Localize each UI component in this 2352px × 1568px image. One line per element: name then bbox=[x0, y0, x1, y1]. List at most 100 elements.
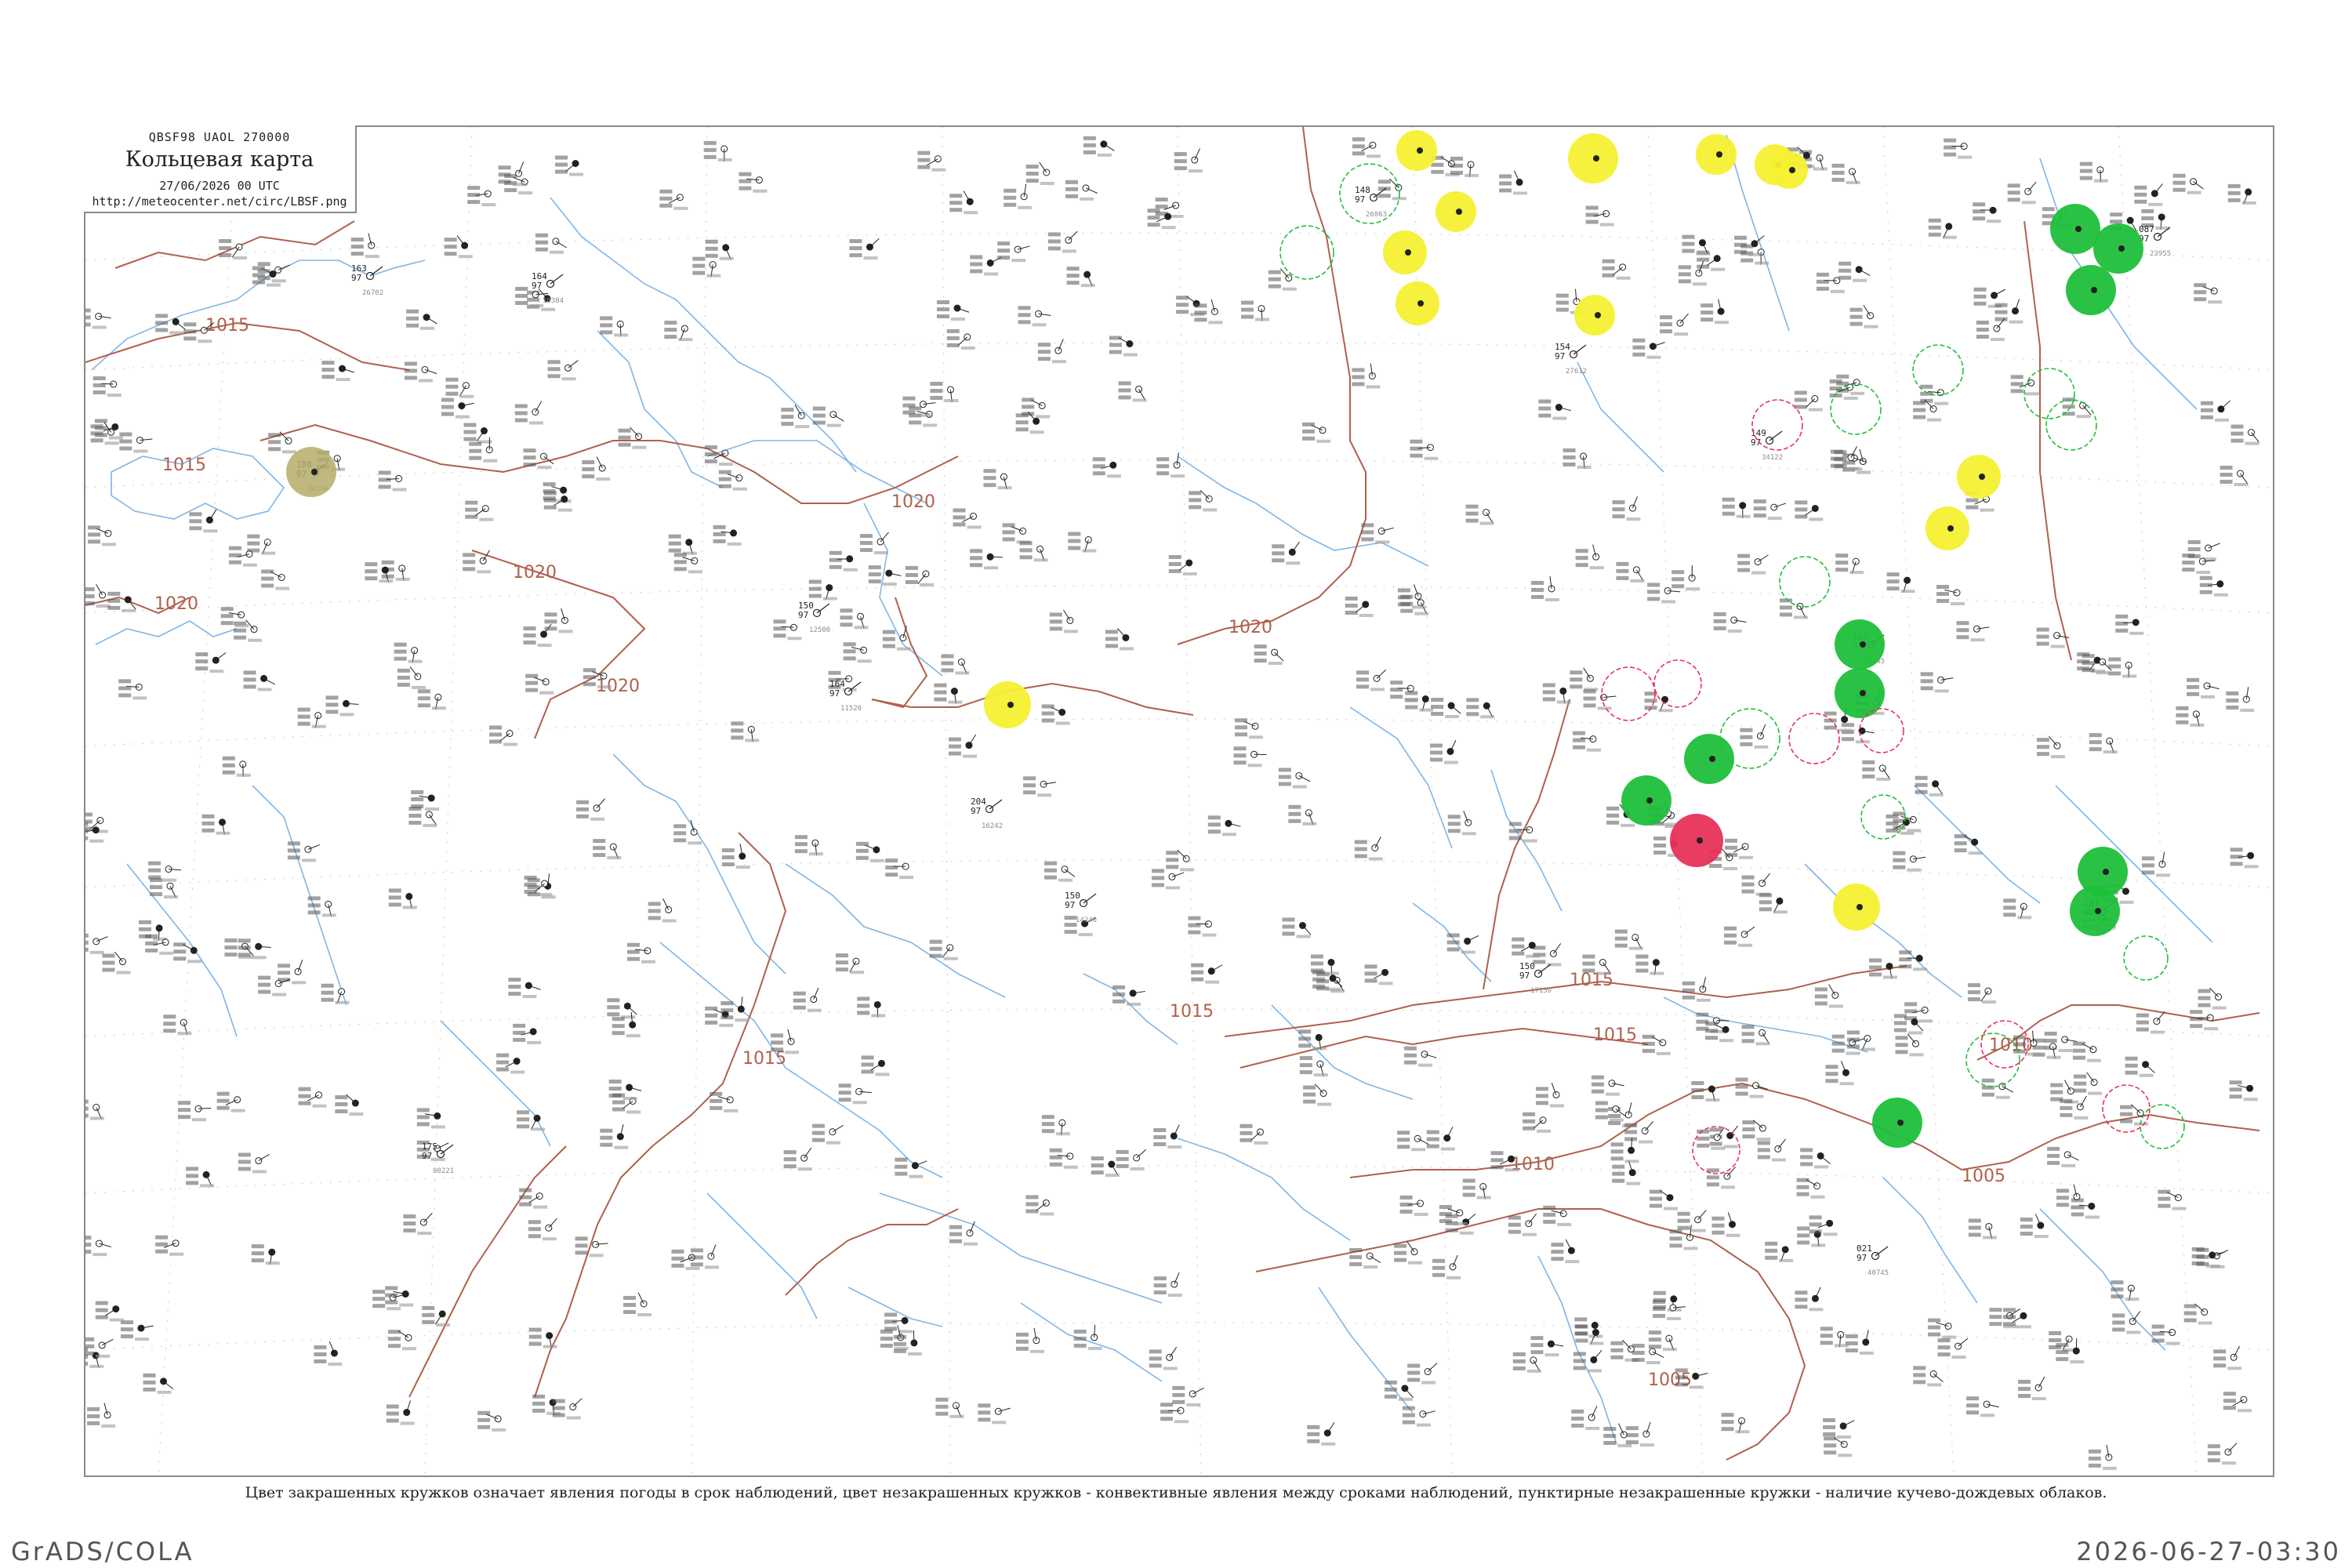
station-plot bbox=[1570, 667, 1599, 691]
station-pressure: 97 bbox=[1857, 1253, 1867, 1263]
station-value-mark bbox=[1018, 313, 1031, 318]
station-plot bbox=[1814, 984, 1843, 1008]
station-plot bbox=[692, 256, 721, 278]
station-value-mark bbox=[1913, 1380, 1926, 1385]
station-value-mark bbox=[555, 155, 568, 160]
station-value-mark bbox=[2062, 405, 2075, 409]
station-value-mark bbox=[1345, 603, 1358, 608]
station-value-mark bbox=[2198, 996, 2211, 1000]
station-plot bbox=[94, 419, 123, 440]
station-pressure: 97 bbox=[1555, 351, 1565, 361]
station-id-mark bbox=[1029, 430, 1044, 434]
wind-barb bbox=[1875, 1246, 1889, 1257]
station-value-mark bbox=[1241, 300, 1254, 305]
station-id-mark bbox=[192, 1118, 207, 1122]
station-value-mark bbox=[1073, 1343, 1087, 1348]
station-value-mark bbox=[2072, 1048, 2085, 1053]
station-plot bbox=[251, 1244, 280, 1265]
station-value-mark bbox=[1573, 1352, 1586, 1356]
station-plot bbox=[1735, 1077, 1768, 1098]
station-value-mark bbox=[307, 896, 321, 901]
station-id-mark bbox=[1208, 321, 1223, 325]
station-id-mark bbox=[1587, 1369, 1602, 1373]
station-value-mark bbox=[1364, 971, 1377, 976]
station-id-mark bbox=[1736, 514, 1751, 518]
station-value-mark bbox=[163, 1014, 176, 1019]
station-plot bbox=[2227, 183, 2256, 205]
station-id-mark bbox=[1033, 558, 1048, 562]
station-dot bbox=[1595, 312, 1601, 318]
station-value-mark bbox=[1671, 577, 1685, 582]
station-value-mark bbox=[1724, 933, 1737, 938]
station-value-mark bbox=[829, 550, 842, 555]
station-value-mark bbox=[1967, 990, 1980, 995]
station-value-mark bbox=[2194, 283, 2207, 288]
station-value-mark bbox=[1432, 1272, 1445, 1277]
station-id-mark bbox=[589, 1254, 604, 1258]
station-id-mark bbox=[685, 1266, 700, 1270]
station-id-mark bbox=[2190, 723, 2205, 727]
station-id-mark bbox=[1545, 597, 1560, 601]
station-value-mark bbox=[2198, 989, 2211, 993]
station-id-mark bbox=[257, 688, 272, 691]
station-plot bbox=[1240, 1123, 1269, 1145]
station-value-mark bbox=[934, 683, 947, 688]
station-value-mark bbox=[692, 270, 706, 275]
wind-barb bbox=[1762, 1033, 1769, 1044]
station-value-mark bbox=[219, 238, 232, 243]
station-id-mark bbox=[1811, 1243, 1826, 1247]
station-value-mark bbox=[1025, 1209, 1039, 1214]
station-value-mark bbox=[1399, 1195, 1413, 1200]
station-value-mark bbox=[1105, 637, 1118, 641]
station-id-mark bbox=[537, 644, 552, 648]
station-value-mark bbox=[2176, 713, 2189, 717]
station-id-mark bbox=[916, 413, 931, 417]
station-id-mark bbox=[919, 583, 934, 586]
station-id-mark bbox=[863, 256, 878, 260]
station-value-mark bbox=[1390, 688, 1403, 692]
station-value-mark bbox=[1624, 1130, 1638, 1134]
station-value-mark bbox=[1678, 279, 1691, 284]
station-id-mark bbox=[1639, 1443, 1654, 1447]
station-value-mark bbox=[1830, 449, 1843, 454]
station-id-mark bbox=[1674, 332, 1689, 336]
station-plot bbox=[85, 1236, 111, 1257]
station-plot bbox=[2199, 575, 2228, 597]
station-id-mark bbox=[1621, 823, 1635, 827]
station-value-mark bbox=[1022, 397, 1035, 402]
station-value-mark bbox=[2056, 1357, 2069, 1362]
station-id-mark bbox=[528, 421, 543, 425]
station-value-mark bbox=[2223, 1406, 2236, 1410]
station-value-mark bbox=[1849, 307, 1863, 312]
station-value-mark bbox=[1235, 732, 1248, 737]
station-value-mark bbox=[2020, 1225, 2033, 1229]
station-value-mark bbox=[2198, 1003, 2211, 1007]
station-id-mark bbox=[1662, 1348, 1677, 1352]
station-value-mark bbox=[2199, 583, 2212, 587]
station-value-mark bbox=[1779, 605, 1792, 610]
station-id-mark bbox=[597, 685, 612, 689]
station-value-mark bbox=[1118, 395, 1131, 400]
station-plot bbox=[970, 255, 1002, 276]
station-plot bbox=[445, 377, 474, 398]
station-plot bbox=[843, 642, 872, 663]
station-id-mark bbox=[234, 624, 249, 628]
station-id-mark bbox=[622, 1097, 637, 1101]
station-value-mark bbox=[1466, 712, 1479, 717]
station-plot bbox=[905, 565, 934, 586]
station-value-mark bbox=[532, 1394, 546, 1399]
station-value-mark bbox=[2020, 1218, 2033, 1222]
station-value-mark bbox=[1023, 790, 1036, 795]
station-id-mark bbox=[2241, 201, 2256, 205]
station-value-mark bbox=[85, 1243, 92, 1247]
station-value-mark bbox=[929, 953, 942, 958]
station-plot bbox=[394, 642, 423, 663]
station-value-mark bbox=[600, 1142, 613, 1147]
station-value-mark bbox=[143, 1373, 156, 1377]
station-dot bbox=[1789, 167, 1795, 173]
station-value-mark bbox=[1595, 1108, 1608, 1112]
station-value-mark bbox=[1563, 462, 1576, 466]
station-value-mark bbox=[1608, 1120, 1621, 1125]
station-value-mark bbox=[1172, 1392, 1185, 1397]
station-value-mark bbox=[1523, 1126, 1536, 1131]
